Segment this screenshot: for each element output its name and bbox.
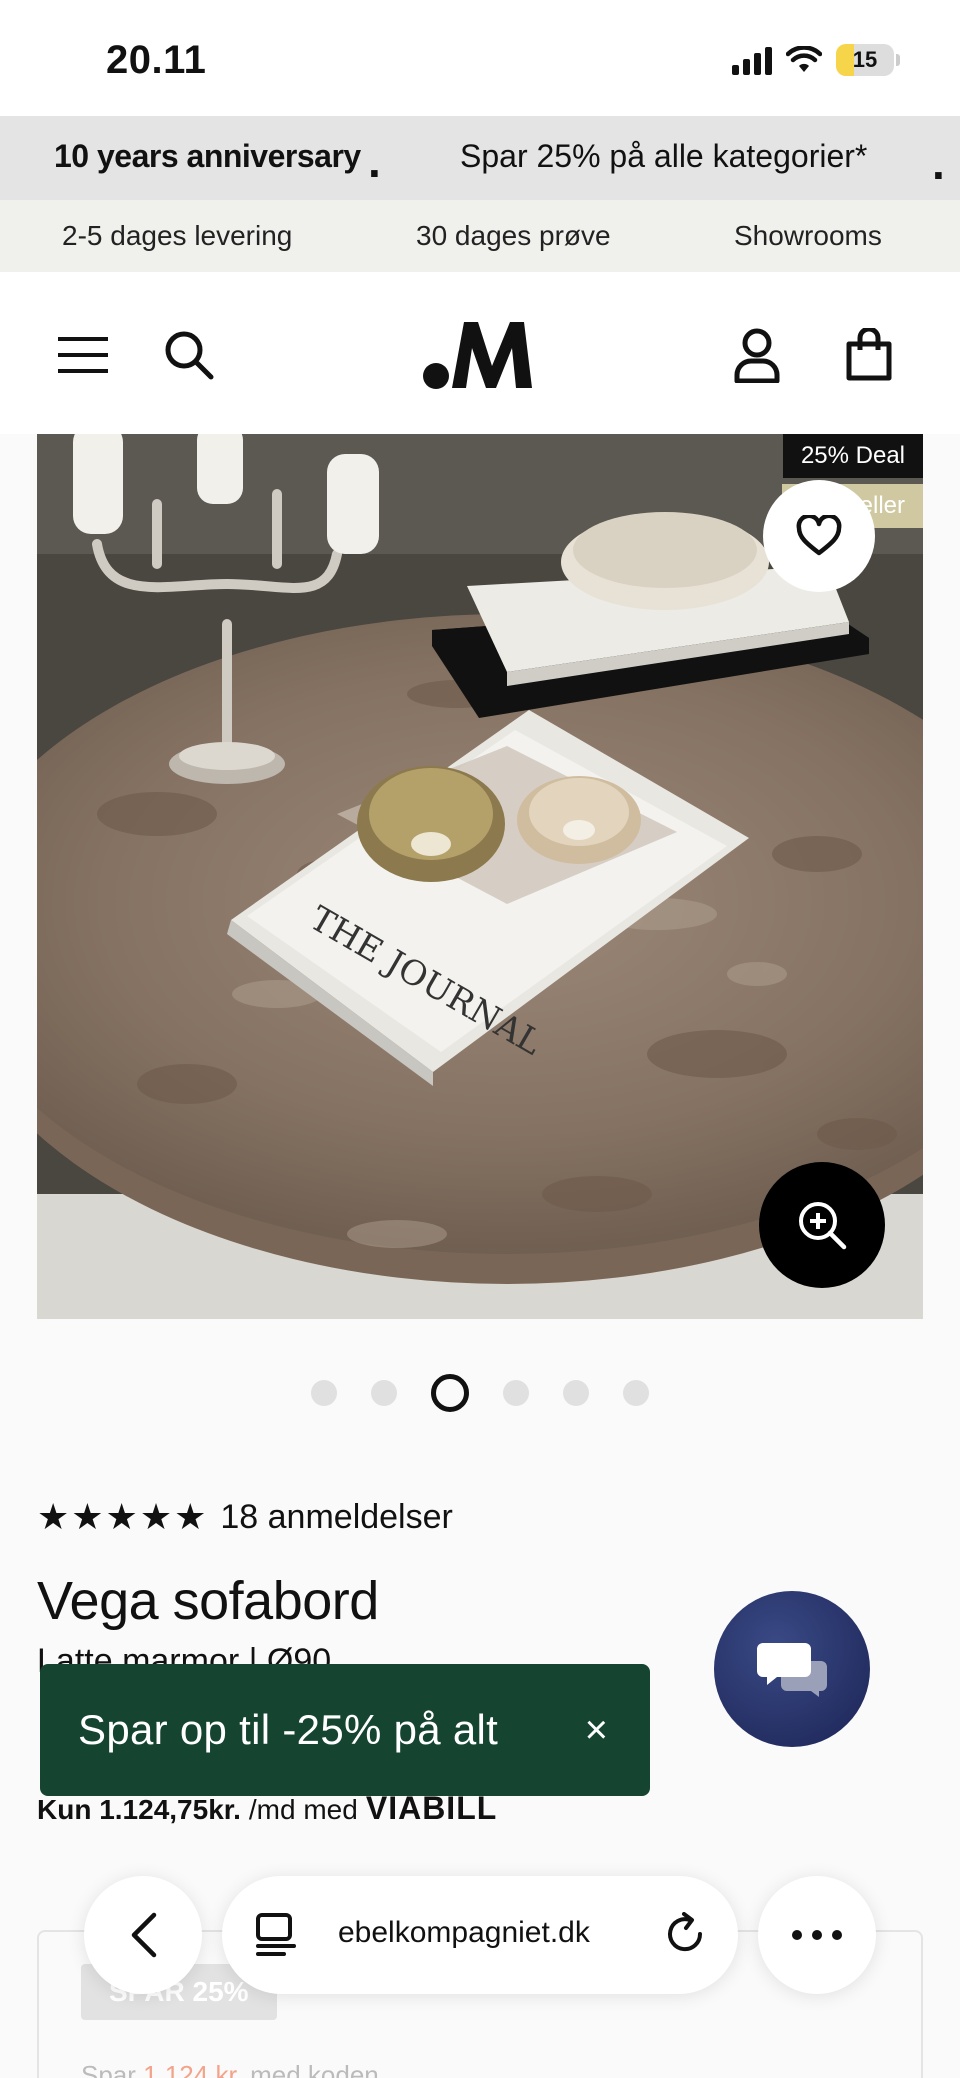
offer-text-prefix: Spar [81,2060,136,2078]
carousel-dot[interactable] [371,1380,397,1406]
offer-amount: 1.124 kr. [143,2060,243,2078]
bag-icon[interactable] [836,322,902,388]
deal-badge: 25% Deal [782,434,923,478]
review-count[interactable]: 18 anmeldelser [220,1498,452,1537]
address-bar[interactable]: ebelkompagniet.dk [222,1876,738,1994]
heart-icon [796,515,842,556]
site-header [0,272,960,434]
offer-text-suffix: med koden [250,2060,379,2078]
status-icons: 15 [732,44,900,76]
zoom-button[interactable] [759,1162,885,1288]
wishlist-button[interactable] [763,480,875,592]
chevron-left-icon [131,1912,157,1958]
promo-banner[interactable]: 10 years anniversary . Spar 25% på alle … [0,116,960,200]
monthly-suffix: /md med [248,1794,358,1825]
tabs-icon [256,1913,296,1956]
usp-delivery: 2-5 dages levering [62,220,293,251]
product-rating[interactable]: ★★★★★ 18 anmeldelser [37,1496,453,1538]
status-time: 20.11 [106,38,207,82]
carousel-dot-active[interactable] [431,1374,469,1412]
toast-text: Spar op til -25% på alt [78,1706,499,1753]
carousel-dot[interactable] [563,1380,589,1406]
reload-icon[interactable] [664,1912,708,1958]
chat-icon [757,1643,827,1697]
promo-dot-icon: . [368,135,381,187]
usp-bar: 2-5 dages levering 30 dages prøve Showro… [0,200,960,272]
promo-anniversary: 10 years anniversary [54,138,361,174]
browser-toolbar: ebelkompagniet.dk [0,1876,960,1996]
menu-icon[interactable] [50,322,116,388]
status-bar: 20.11 15 [0,0,960,116]
close-icon[interactable]: × [585,1708,608,1753]
rating-stars: ★★★★★ [37,1496,209,1537]
promo-discount-text: Spar 25% på alle kategorier* [460,138,868,174]
brand-logo[interactable] [420,314,540,394]
battery-level: 15 [852,47,878,72]
usp-showrooms[interactable]: Showrooms [734,220,882,252]
product-image[interactable]: THE JOURNAL 25% Deal Bestseller [37,434,923,1319]
search-icon[interactable] [156,322,222,388]
carousel-dot[interactable] [311,1380,337,1406]
chat-button[interactable] [714,1591,870,1747]
more-button[interactable] [758,1876,876,1994]
offer-text: Spar 1.124 kr. med koden [81,2060,379,2078]
signal-icon [732,45,772,75]
zoom-in-icon [799,1202,847,1250]
user-icon[interactable] [724,322,790,388]
promo-dot-icon: . [932,137,945,189]
monthly-price: Kun 1.124,75kr. [37,1794,241,1825]
wifi-icon [786,46,822,72]
back-button[interactable] [84,1876,202,1994]
url-text: ebelkompagniet.dk [338,1916,590,1949]
carousel-dots[interactable] [0,1374,960,1412]
usp-trial: 30 dages prøve [416,220,611,251]
more-icon [792,1930,842,1940]
carousel-dot[interactable] [503,1380,529,1406]
discount-toast[interactable]: Spar op til -25% på alt × [40,1664,650,1796]
battery-icon: 15 [836,44,900,76]
product-title: Vega sofabord [37,1571,379,1631]
carousel-dot[interactable] [623,1380,649,1406]
